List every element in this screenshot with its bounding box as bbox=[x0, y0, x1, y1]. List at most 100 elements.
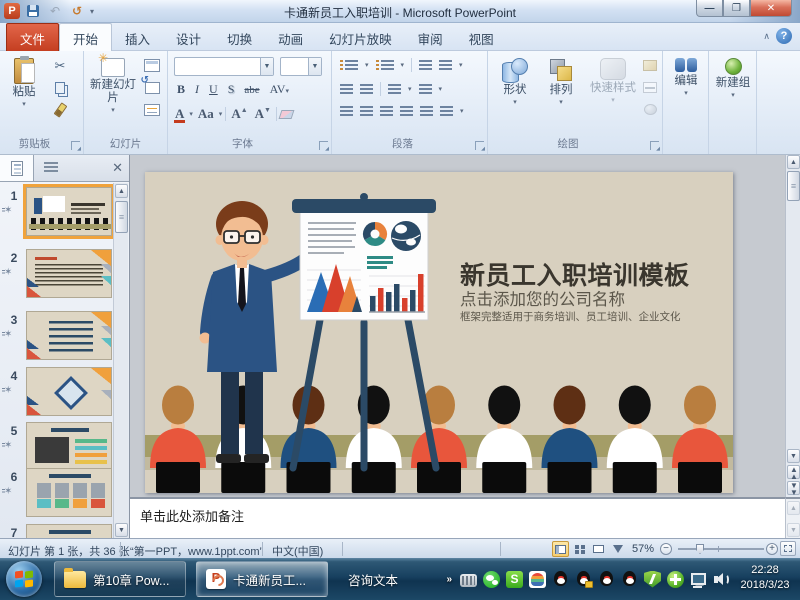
scroll-down-arrow[interactable]: ▼ bbox=[787, 523, 800, 537]
font-dialog-launcher[interactable] bbox=[319, 141, 328, 150]
clear-formatting-icon[interactable] bbox=[279, 110, 295, 119]
language-indicator[interactable]: 中文(中国) bbox=[272, 543, 323, 559]
360-ball-tray-icon[interactable] bbox=[667, 571, 684, 588]
tab-outline[interactable] bbox=[34, 155, 68, 181]
quick-styles-button[interactable]: 快速样式▾ bbox=[585, 54, 641, 130]
paragraph-dialog-launcher[interactable] bbox=[475, 141, 484, 150]
chevron-down-icon[interactable]: ▾ bbox=[189, 110, 193, 118]
collapse-ribbon-icon[interactable]: ∧ bbox=[763, 31, 770, 42]
animation-star-icon[interactable] bbox=[4, 440, 12, 451]
slide-scrollbar[interactable]: ▲ ▼ ▲▲ ▼▼ bbox=[785, 155, 800, 497]
slide-tagline-text[interactable]: 框架完整适用于商务培训、员工培训、企业文化 bbox=[460, 309, 681, 324]
zoom-in-button[interactable]: + bbox=[766, 543, 778, 555]
ribbon-tab-8[interactable]: 视图 bbox=[456, 24, 507, 54]
font-name-combo[interactable]: ▼ bbox=[174, 57, 274, 76]
network-tray-icon[interactable] bbox=[690, 571, 707, 588]
align-right-icon[interactable] bbox=[380, 106, 393, 116]
panel-scrollbar-thumb[interactable] bbox=[115, 201, 128, 233]
tab-slides-thumbnails[interactable] bbox=[0, 155, 34, 181]
underline-button[interactable]: U bbox=[205, 81, 222, 98]
scroll-up-arrow[interactable]: ▲ bbox=[787, 155, 800, 169]
ribbon-tab-6[interactable]: 幻灯片放映 bbox=[316, 24, 405, 54]
qq-badge-tray-icon[interactable] bbox=[575, 571, 592, 588]
new-group-button[interactable]: 新建组▾ bbox=[711, 54, 755, 130]
slide-thumbnail-6[interactable] bbox=[26, 468, 112, 517]
start-button[interactable] bbox=[6, 561, 42, 597]
justify-icon[interactable] bbox=[400, 106, 413, 116]
scroll-up-arrow[interactable]: ▲ bbox=[115, 184, 128, 198]
thumbnail-item-6[interactable]: 6 bbox=[0, 468, 128, 524]
taskbar-clock[interactable]: 22:28 2018/3/23 bbox=[734, 563, 796, 593]
scroll-down-arrow[interactable]: ▼ bbox=[115, 523, 128, 537]
drawing-dialog-launcher[interactable] bbox=[650, 141, 659, 150]
zoom-slider-thumb[interactable] bbox=[696, 544, 704, 554]
increase-indent-icon[interactable] bbox=[360, 84, 373, 94]
chevron-down-icon[interactable]: ▼ bbox=[308, 58, 321, 75]
text-direction-icon[interactable] bbox=[439, 60, 452, 70]
ribbon-tab-2[interactable]: 插入 bbox=[112, 24, 163, 54]
text-shadow-button[interactable]: S bbox=[224, 81, 239, 98]
slide-thumbnail-2[interactable] bbox=[26, 249, 112, 298]
change-case-button[interactable]: Aa bbox=[196, 106, 216, 122]
notes-scrollbar[interactable]: ▲ ▼ bbox=[785, 497, 800, 538]
chevron-down-icon[interactable]: ▾ bbox=[439, 85, 443, 93]
volume-tray-icon[interactable] bbox=[713, 571, 730, 588]
scroll-down-arrow[interactable]: ▼ bbox=[787, 449, 800, 463]
animation-star-icon[interactable] bbox=[4, 205, 12, 216]
section-button[interactable] bbox=[142, 100, 162, 119]
animation-star-icon[interactable] bbox=[4, 385, 12, 396]
shape-effects-button[interactable] bbox=[640, 100, 660, 119]
smartart-convert-icon[interactable] bbox=[440, 106, 453, 116]
numbering-icon[interactable] bbox=[381, 60, 394, 70]
format-painter-button[interactable] bbox=[50, 100, 70, 119]
slide-thumbnail-1[interactable] bbox=[26, 187, 112, 236]
decrease-indent-icon[interactable] bbox=[340, 84, 353, 94]
chevron-down-icon[interactable]: ▾ bbox=[401, 61, 405, 69]
align-left-icon[interactable] bbox=[340, 106, 353, 116]
taskbar-item-0[interactable]: 第10章 Pow... bbox=[54, 561, 186, 597]
previous-slide-button[interactable]: ▲▲ bbox=[787, 465, 800, 479]
next-slide-button[interactable]: ▼▼ bbox=[787, 481, 800, 495]
bullets-icon[interactable] bbox=[345, 60, 358, 70]
paste-button[interactable]: 粘贴▾ bbox=[4, 54, 44, 130]
chevron-down-icon[interactable]: ▾ bbox=[219, 110, 223, 118]
zoom-percentage[interactable]: 57% bbox=[632, 543, 654, 555]
chevron-down-icon[interactable]: ▾ bbox=[408, 85, 412, 93]
taskbar-item-1[interactable]: 卡通新员工... bbox=[196, 561, 328, 597]
qq-tray-icon[interactable] bbox=[598, 571, 615, 588]
360-shield-tray-icon[interactable] bbox=[644, 571, 661, 588]
close-button[interactable]: ✕ bbox=[750, 0, 792, 17]
italic-button[interactable]: I bbox=[191, 81, 203, 98]
grow-font-button[interactable]: A▲ bbox=[229, 106, 249, 122]
ribbon-tab-3[interactable]: 设计 bbox=[163, 24, 214, 54]
arrange-button[interactable]: 排列▾ bbox=[540, 54, 582, 130]
shape-outline-button[interactable] bbox=[640, 78, 660, 97]
rainbow-tray-icon[interactable] bbox=[529, 571, 546, 588]
distribute-icon[interactable] bbox=[420, 106, 433, 116]
slide-thumbnail-5[interactable] bbox=[26, 422, 112, 471]
notes-pane[interactable]: 单击此处添加备注 bbox=[130, 497, 785, 538]
strikethrough-button[interactable]: abe bbox=[240, 83, 263, 97]
chevron-down-icon[interactable]: ▾ bbox=[459, 61, 463, 69]
restore-button[interactable]: ❐ bbox=[723, 0, 750, 17]
notes-placeholder[interactable]: 单击此处添加备注 bbox=[140, 506, 244, 525]
chevron-down-icon[interactable]: ▾ bbox=[365, 61, 369, 69]
panel-close-icon[interactable]: ✕ bbox=[112, 160, 123, 176]
slide-thumbnail-3[interactable] bbox=[26, 311, 112, 360]
wechat-tray-icon[interactable] bbox=[483, 571, 500, 588]
help-button[interactable]: ? bbox=[776, 28, 792, 44]
shapes-button[interactable]: 形状▾ bbox=[494, 54, 536, 130]
new-slide-button[interactable]: 新建幻灯片▾ bbox=[87, 54, 139, 130]
ribbon-tab-4[interactable]: 切换 bbox=[214, 24, 265, 54]
thumbnail-item-3[interactable]: 3 bbox=[0, 311, 128, 367]
zoom-out-button[interactable]: − bbox=[660, 543, 672, 555]
qq-tray-icon[interactable] bbox=[621, 571, 638, 588]
qq-tray-icon[interactable] bbox=[552, 571, 569, 588]
slideshow-button[interactable] bbox=[609, 541, 626, 557]
columns-icon[interactable] bbox=[388, 84, 401, 94]
fit-to-window-button[interactable] bbox=[780, 541, 796, 556]
align-text-icon[interactable] bbox=[419, 84, 432, 94]
thumbnail-item-4[interactable]: 4 bbox=[0, 367, 128, 423]
align-center-icon[interactable] bbox=[360, 106, 373, 116]
slide-1-editing-surface[interactable]: 新员工入职培训模板 点击添加您的公司名称 框架完整适用于商务培训、员工培训、企业… bbox=[145, 172, 733, 493]
